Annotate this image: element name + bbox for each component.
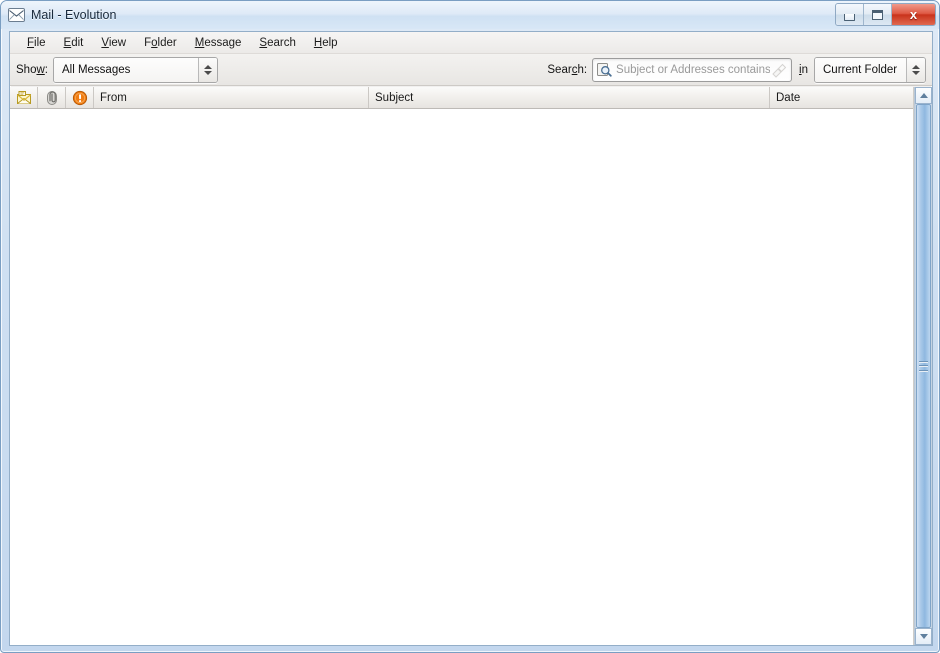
- column-header-from[interactable]: From: [94, 87, 369, 108]
- menu-item-search[interactable]: Search: [250, 35, 304, 51]
- scrollbar-track[interactable]: [915, 104, 932, 628]
- column-header-subject[interactable]: Subject: [369, 87, 770, 108]
- column-header-importance[interactable]: [66, 87, 94, 108]
- scroll-down-button[interactable]: [915, 628, 932, 645]
- menu-item-folder[interactable]: Folder: [135, 35, 186, 51]
- title-bar[interactable]: Mail - Evolution x: [1, 1, 939, 29]
- envelope-icon: [8, 8, 25, 22]
- message-list-body[interactable]: [10, 109, 913, 645]
- menu-item-message[interactable]: Message: [186, 35, 251, 51]
- search-label: Search:: [547, 63, 588, 76]
- application-window: Mail - Evolution x File Edit View Folder…: [0, 0, 940, 653]
- client-area: File Edit View Folder Message Search Hel…: [9, 31, 933, 646]
- find-icon[interactable]: [596, 62, 612, 78]
- important-icon: [72, 90, 87, 105]
- search-scope-value: Current Folder: [815, 57, 906, 82]
- scroll-up-button[interactable]: [915, 87, 932, 104]
- show-filter-combo[interactable]: All Messages: [52, 56, 218, 83]
- search-toolbar: Show: All Messages Search: Subject or Ad…: [10, 54, 932, 86]
- minimize-icon: [844, 13, 855, 21]
- clear-search-icon[interactable]: [770, 62, 788, 78]
- search-input[interactable]: Subject or Addresses contains: [592, 57, 793, 82]
- close-icon: x: [909, 7, 918, 22]
- message-list-area: From Subject Date: [10, 87, 932, 645]
- chevron-updown-icon: [906, 57, 925, 82]
- menu-item-file[interactable]: File: [18, 35, 55, 51]
- show-label: Show:: [16, 63, 48, 76]
- maximize-button[interactable]: [864, 4, 892, 25]
- column-header-date[interactable]: Date: [770, 87, 913, 108]
- window-title: Mail - Evolution: [31, 8, 117, 22]
- column-header-read-status[interactable]: [10, 87, 38, 108]
- minimize-button[interactable]: [836, 4, 864, 25]
- menu-item-help[interactable]: Help: [305, 35, 347, 51]
- column-header-row: From Subject Date: [10, 87, 913, 109]
- close-button[interactable]: x: [892, 4, 935, 25]
- menu-item-view[interactable]: View: [92, 35, 135, 51]
- chevron-up-icon: [919, 93, 928, 98]
- show-filter-value: All Messages: [53, 57, 198, 82]
- menu-bar: File Edit View Folder Message Search Hel…: [10, 32, 932, 54]
- maximize-icon: [872, 9, 883, 20]
- message-list: From Subject Date: [10, 87, 914, 645]
- chevron-down-icon: [919, 634, 928, 639]
- search-scope-combo[interactable]: Current Folder: [814, 56, 926, 83]
- vertical-scrollbar[interactable]: [914, 87, 932, 645]
- column-header-attachment[interactable]: [38, 87, 66, 108]
- window-controls: x: [835, 3, 936, 26]
- envelope-read-icon: [16, 90, 31, 104]
- menu-item-edit[interactable]: Edit: [55, 35, 93, 51]
- scope-label: in: [799, 63, 808, 76]
- scrollbar-thumb[interactable]: [916, 104, 931, 628]
- search-input-text[interactable]: Subject or Addresses contains: [612, 64, 770, 76]
- chevron-updown-icon: [197, 57, 217, 82]
- scrollbar-grip-icon: [919, 360, 928, 372]
- paperclip-icon: [46, 90, 57, 105]
